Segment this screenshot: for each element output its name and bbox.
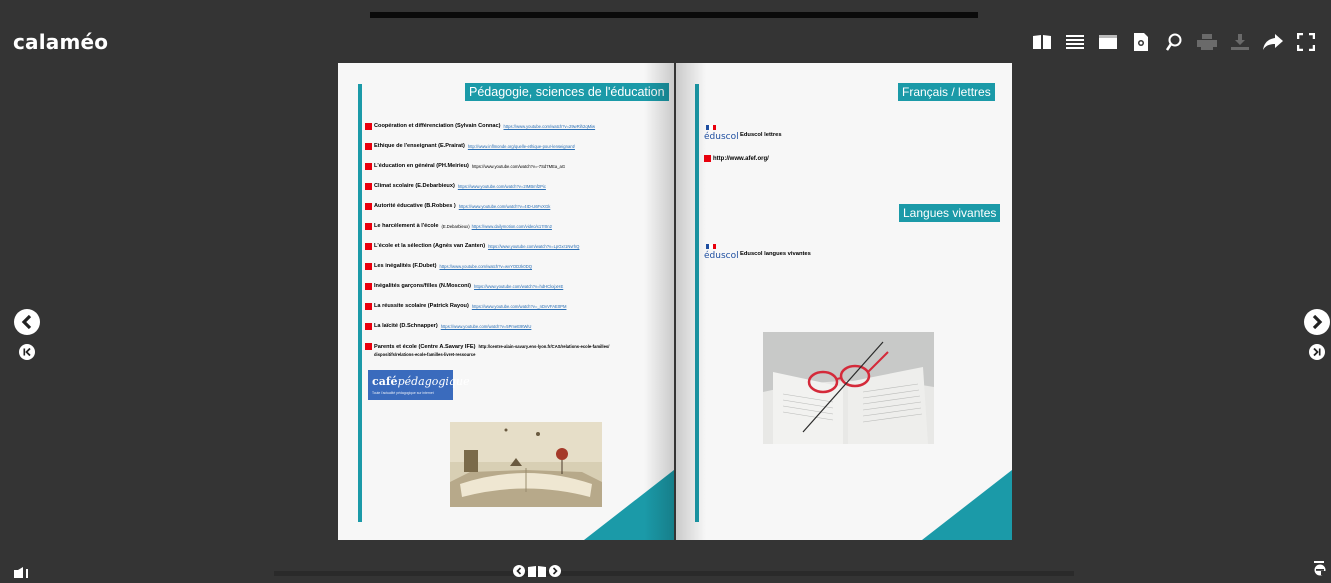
resource-link-continued[interactable]: dispositifs/relations-ecole-familles-liv… bbox=[374, 352, 475, 357]
last-page-button[interactable] bbox=[1309, 344, 1325, 360]
page-navigator[interactable] bbox=[513, 565, 561, 577]
bullet-icon bbox=[365, 263, 372, 270]
download-icon bbox=[1231, 34, 1249, 50]
left-page-heading: Pédagogie, sciences de l'éducation bbox=[465, 83, 669, 101]
list-view-button[interactable] bbox=[1062, 31, 1088, 53]
next-small-button[interactable] bbox=[549, 565, 561, 577]
right-page-heading-french: Français / lettres bbox=[898, 83, 995, 101]
print-icon bbox=[1197, 34, 1217, 50]
right-page[interactable]: Français / lettres éduscol Eduscol lettr… bbox=[676, 63, 1012, 540]
list-item: Coopération et différenciation (Sylvain … bbox=[365, 123, 665, 143]
list-item: La laïcité (D.Schnapper) https://www.yout… bbox=[365, 323, 665, 343]
single-page-button[interactable] bbox=[1095, 31, 1121, 53]
video-link[interactable]: https://www.youtube.com/watch?v=LpGxr1Nv… bbox=[488, 243, 579, 250]
list-item: L'école et la sélection (Agnès van Zante… bbox=[365, 243, 665, 263]
previous-page-button[interactable] bbox=[14, 309, 40, 335]
list-icon bbox=[1066, 35, 1084, 49]
video-link[interactable]: https://www.dailymotion.com/video/x17r0n… bbox=[472, 223, 552, 230]
document-button[interactable] bbox=[1128, 31, 1154, 53]
search-button[interactable] bbox=[1161, 31, 1187, 53]
next-page-button[interactable] bbox=[1304, 309, 1330, 335]
skip-first-icon bbox=[23, 347, 31, 357]
eduscol-langues-label[interactable]: Eduscol langues vivantes bbox=[740, 251, 811, 257]
chevron-right-icon bbox=[1312, 315, 1323, 329]
cafe-pedagogique-logo[interactable]: cafépédagogique Toute l'actualité pédago… bbox=[368, 370, 470, 400]
flag-icon bbox=[706, 244, 716, 249]
share-icon bbox=[1263, 34, 1283, 50]
flag-icon bbox=[706, 125, 716, 130]
bullet-icon bbox=[365, 283, 372, 290]
speaker-icon bbox=[14, 567, 28, 578]
skip-last-icon bbox=[1313, 347, 1321, 357]
video-link[interactable]: https://www.youtube.com/watch?v=29wRih2q… bbox=[504, 123, 596, 130]
chevron-left-icon bbox=[516, 567, 522, 575]
document-icon bbox=[1134, 33, 1148, 51]
eduscol-logo[interactable]: éduscol bbox=[704, 125, 739, 147]
book-icon bbox=[1033, 35, 1051, 49]
bullet-icon bbox=[365, 143, 372, 150]
bullet-icon bbox=[365, 163, 372, 170]
open-book-illustration bbox=[450, 422, 602, 507]
sound-button[interactable] bbox=[14, 565, 32, 583]
resource-link[interactable]: http://centre-alain-savary.ens-lyon.fr/C… bbox=[478, 344, 609, 349]
bullet-icon bbox=[365, 303, 372, 310]
page-scrubber-bar[interactable] bbox=[274, 571, 1074, 576]
chevron-left-icon bbox=[21, 315, 32, 329]
list-item: Les inégalités (F.Dubet) https://www.yout… bbox=[365, 263, 665, 283]
afef-link[interactable]: http://www.afef.org/ bbox=[704, 155, 769, 162]
video-link[interactable]: http://www.inflmonde.org/quelle-ethique-… bbox=[468, 143, 575, 150]
list-item: Climat scolaire (E.Debarbieux) https://ww… bbox=[365, 183, 665, 203]
calameo-e-icon bbox=[1314, 561, 1326, 576]
video-link[interactable]: https://www.youtube.com/watch?v=_nDvVFAE… bbox=[472, 303, 567, 310]
top-strip bbox=[370, 12, 978, 18]
book-icon bbox=[528, 565, 546, 577]
chevron-right-icon bbox=[552, 567, 558, 575]
bullet-icon bbox=[365, 223, 372, 230]
list-item: Autorité éducative (B.Robbes ) https://ww… bbox=[365, 203, 665, 223]
bullet-icon bbox=[365, 343, 372, 350]
bullet-icon bbox=[365, 203, 372, 210]
entries-list: Coopération et différenciation (Sylvain … bbox=[365, 123, 665, 365]
book-view-button[interactable] bbox=[1029, 31, 1055, 53]
book-spread[interactable]: Pédagogie, sciences de l'éducation Coopé… bbox=[338, 63, 1012, 540]
list-item: L'éducation en général (PH.Meirieu) https… bbox=[365, 163, 665, 183]
video-link[interactable]: https://www.youtube.com/watch?v=5PmeE9tW… bbox=[441, 323, 532, 330]
video-link[interactable]: https://www.youtube.com/watch?v=2IMBmf2P… bbox=[458, 183, 546, 190]
calameo-badge-button[interactable] bbox=[1313, 561, 1327, 581]
eduscol-lettres-label[interactable]: Eduscol lettres bbox=[740, 132, 782, 138]
prev-small-button[interactable] bbox=[513, 565, 525, 577]
video-link[interactable]: https://www.youtube.com/watch?v=hdHCkxjx… bbox=[474, 283, 563, 290]
right-page-corner-decoration bbox=[922, 470, 1012, 540]
eduscol-logo[interactable]: éduscol bbox=[704, 244, 739, 266]
first-page-button[interactable] bbox=[19, 344, 35, 360]
video-link[interactable]: https://www.youtube.com/watch?v=4ID-U6Fv… bbox=[459, 203, 551, 210]
fullscreen-icon bbox=[1297, 33, 1315, 51]
print-button bbox=[1194, 31, 1220, 53]
list-item: La réussite scolaire (Patrick Rayou) http… bbox=[365, 303, 665, 323]
video-link[interactable]: https://www.youtube.com/watch?v=wvYODzk0… bbox=[439, 263, 532, 270]
single-page-icon bbox=[1099, 35, 1117, 49]
list-item: Parents et école (Centre A.Savary IFE) ht… bbox=[365, 343, 665, 365]
calameo-logo[interactable]: calaméo bbox=[13, 30, 108, 54]
fullscreen-button[interactable] bbox=[1293, 31, 1319, 53]
bullet-icon bbox=[365, 323, 372, 330]
left-page[interactable]: Pédagogie, sciences de l'éducation Coopé… bbox=[338, 63, 674, 540]
download-button bbox=[1227, 31, 1253, 53]
list-item: Ethique de l'enseignant (E.Prairat) http:… bbox=[365, 143, 665, 163]
left-page-bar bbox=[358, 84, 362, 522]
bullet-icon bbox=[365, 243, 372, 250]
bullet-icon bbox=[365, 123, 372, 130]
toolbar bbox=[1022, 31, 1319, 53]
video-link[interactable]: https://www.youtube.com/watch?v=-7Sd7MEa… bbox=[472, 163, 565, 170]
list-item: Le harcèlement à l'école (E.Debarbieux) ht… bbox=[365, 223, 665, 243]
zoom-icon bbox=[1166, 33, 1182, 51]
bullet-icon bbox=[365, 183, 372, 190]
list-item: Inégalités garçons/filles (N.Mosconi) htt… bbox=[365, 283, 665, 303]
glasses-on-book-photo bbox=[763, 332, 934, 444]
share-button[interactable] bbox=[1260, 31, 1286, 53]
right-page-heading-languages: Langues vivantes bbox=[899, 204, 1001, 222]
